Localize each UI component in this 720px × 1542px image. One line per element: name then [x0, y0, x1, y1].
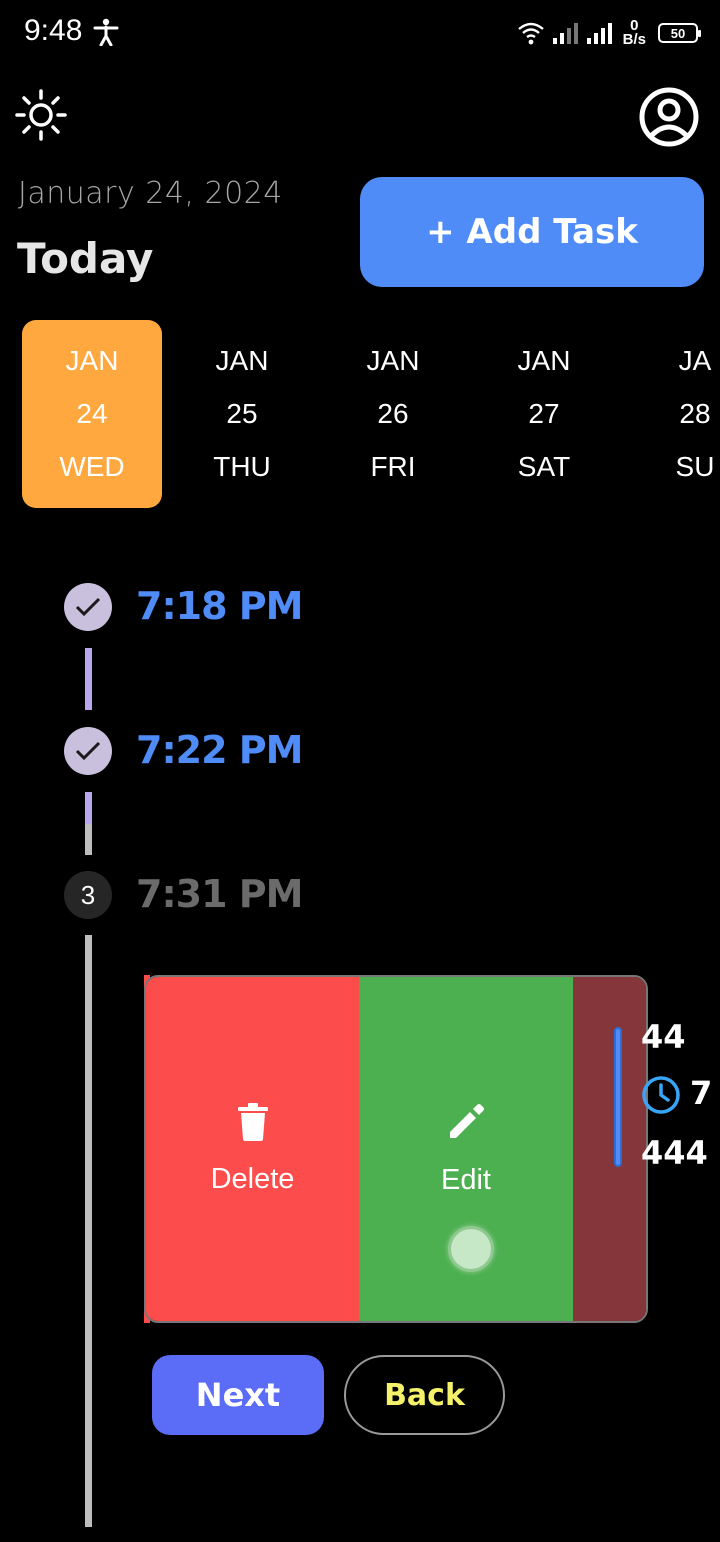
signal-icon-2: [586, 23, 612, 44]
date-weekday: FRI: [370, 451, 416, 483]
date-item[interactable]: JA 28 SU: [625, 320, 720, 508]
current-date: January 24, 2024: [18, 176, 283, 211]
accessibility-icon: [93, 18, 119, 46]
date-item[interactable]: JAN 27 SAT: [474, 320, 614, 508]
timeline-connector: [85, 824, 92, 855]
date-weekday: THU: [213, 451, 271, 483]
timeline-connector: [85, 648, 92, 710]
net-speed-unit: B/s: [622, 31, 646, 48]
touch-indicator: [448, 1226, 494, 1272]
timeline-connector: [85, 792, 92, 824]
date-day: 27: [528, 397, 560, 429]
date-month: JA: [678, 344, 712, 376]
trash-icon: [237, 1102, 268, 1141]
step-1-time: 7:18 PM: [136, 584, 303, 628]
date-day: 24: [76, 397, 108, 429]
task-card-body[interactable]: [573, 977, 646, 1321]
task-card[interactable]: Delete Edit: [144, 975, 648, 1323]
showcase-back-button[interactable]: Back: [344, 1355, 505, 1435]
date-month: JAN: [517, 344, 571, 376]
date-day: 28: [679, 397, 711, 429]
edit-label: Edit: [441, 1163, 491, 1196]
showcase-next-button[interactable]: Next: [152, 1355, 324, 1435]
date-picker-strip[interactable]: JAN 24 WED JAN 25 THU JAN 26 FRI JAN 27 SAT JA 28 SU: [0, 320, 720, 510]
date-month: JAN: [215, 344, 269, 376]
step-2-check-icon: [64, 727, 112, 775]
task-title: 44: [641, 1018, 686, 1056]
signal-icon-1: [552, 23, 578, 44]
delete-label: Delete: [210, 1162, 295, 1195]
add-task-button[interactable]: + Add Task: [360, 177, 704, 287]
timeline-connector: [85, 935, 92, 1527]
date-day: 26: [377, 397, 409, 429]
date-weekday: SAT: [517, 451, 571, 483]
pencil-icon: [450, 1103, 484, 1138]
date-item[interactable]: JAN 24 WED: [22, 320, 162, 508]
date-month: JAN: [65, 344, 119, 376]
date-weekday: WED: [59, 451, 125, 483]
task-color-bar: [614, 1027, 622, 1167]
page-title: Today: [17, 234, 154, 283]
date-day: 25: [226, 397, 258, 429]
date-item[interactable]: JAN 25 THU: [172, 320, 312, 508]
step-3-time: 7:31 PM: [136, 872, 303, 916]
battery-icon: 50: [658, 23, 701, 43]
delete-action-button[interactable]: Delete: [146, 977, 359, 1321]
status-bar: 9:48 0 B/s 50: [0, 0, 720, 64]
theme-toggle-sun-icon[interactable]: [14, 88, 68, 142]
task-card-peek: 44 7 444: [640, 1000, 720, 1200]
task-time: 7: [690, 1074, 713, 1112]
date-item[interactable]: JAN 26 FRI: [323, 320, 463, 508]
step-2-time: 7:22 PM: [136, 728, 303, 772]
battery-level: 50: [670, 25, 686, 41]
date-weekday: SU: [675, 451, 715, 483]
clock-icon: [642, 1076, 680, 1114]
wifi-icon: [517, 22, 544, 45]
task-description: 444: [641, 1134, 708, 1172]
profile-icon[interactable]: [638, 86, 700, 148]
step-1-check-icon: [64, 583, 112, 631]
date-month: JAN: [366, 344, 420, 376]
step-3-number: 3: [64, 871, 112, 919]
status-time: 9:48: [24, 14, 83, 47]
net-speed: 0 B/s: [622, 18, 646, 48]
